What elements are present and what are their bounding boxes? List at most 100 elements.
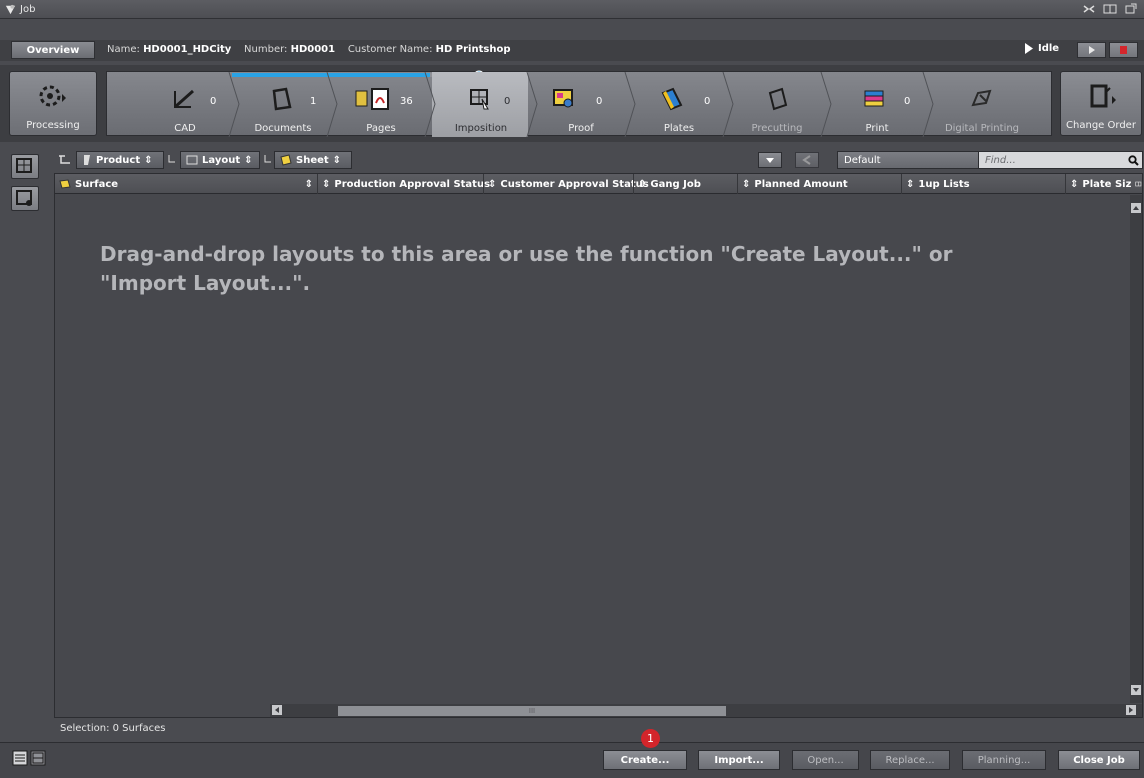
window-titlebar: Job <box>0 0 1144 19</box>
change-order-icon <box>1090 84 1116 108</box>
column-chooser-icon[interactable] <box>1135 179 1142 189</box>
column-label: 1up Lists <box>918 178 970 190</box>
column-gang-job[interactable]: ⇕ Gang Job <box>633 174 737 194</box>
job-app-icon <box>5 4 16 14</box>
find-input[interactable]: Find... <box>978 151 1143 169</box>
sort-arrows-icon[interactable]: ⇕ <box>305 179 313 190</box>
layout-toolbar: Product ⇕ Layout ⇕ Sheet ⇕ Default Find.… <box>54 149 1144 171</box>
detach-window-icon[interactable] <box>1124 2 1138 16</box>
pages-icon <box>355 88 389 110</box>
product-selector[interactable]: Product ⇕ <box>76 151 164 169</box>
proof-count: 0 <box>596 96 603 107</box>
status-text: Idle <box>1038 43 1060 54</box>
start-button[interactable] <box>1077 42 1106 58</box>
step-cad[interactable]: 0 CAD <box>140 72 230 137</box>
layout-view-button[interactable] <box>11 154 39 179</box>
column-label: Customer Approval Status <box>500 178 649 190</box>
digital-printing-label: Digital Printing <box>944 123 1020 134</box>
detail-view-icon[interactable] <box>30 750 46 766</box>
plates-count: 0 <box>704 96 711 107</box>
proof-icon <box>553 89 573 108</box>
plates-label: Plates <box>663 123 695 134</box>
sheet-view-button[interactable] <box>11 186 39 211</box>
step-plates[interactable]: 0 Plates <box>634 72 724 137</box>
replace-button[interactable]: Replace... <box>870 750 950 770</box>
step-imposition[interactable]: 0 Imposition <box>434 72 528 137</box>
search-icon[interactable] <box>1128 155 1139 166</box>
sort-arrows-icon[interactable]: ⇕ <box>1070 179 1078 190</box>
step-pages[interactable]: 36 Pages <box>336 72 426 137</box>
sort-arrows-icon: ⇕ <box>144 154 153 166</box>
import-button[interactable]: Import... <box>698 750 780 770</box>
scroll-up-icon[interactable] <box>1131 203 1141 213</box>
number-label: Number: <box>244 44 288 55</box>
column-label: Production Approval Status <box>334 178 491 190</box>
vertical-scrollbar[interactable] <box>1130 195 1142 703</box>
dropdown-button[interactable] <box>758 152 782 168</box>
open-button[interactable]: Open... <box>792 750 859 770</box>
documents-icon <box>272 87 292 111</box>
documents-count: 1 <box>310 96 317 107</box>
close-job-button[interactable]: Close Job <box>1058 750 1140 770</box>
imposition-count: 0 <box>504 96 511 107</box>
plates-icon <box>661 87 683 111</box>
overview-button[interactable]: Overview <box>11 41 95 59</box>
job-info-bar: Overview Name: HD0001_HDCity Number: HD0… <box>0 40 1144 61</box>
sheet-view-icon <box>16 190 32 206</box>
customer-value: HD Printshop <box>435 44 511 55</box>
stop-icon <box>1120 46 1127 54</box>
empty-state-message: Drag-and-drop layouts to this area or us… <box>100 242 953 295</box>
column-production-approval[interactable]: ⇕ Production Approval Status <box>317 174 490 194</box>
column-label: Planned Amount <box>754 178 848 190</box>
step-proof[interactable]: 0 Proof <box>536 72 626 137</box>
collapse-icon[interactable] <box>1082 2 1096 16</box>
cad-icon <box>174 89 194 109</box>
scroll-right-icon[interactable] <box>1126 705 1136 715</box>
sort-arrows-icon[interactable]: ⇕ <box>742 179 750 190</box>
layout-selector[interactable]: Layout ⇕ <box>180 151 260 169</box>
chevron-down-icon <box>766 158 774 163</box>
split-view-icon[interactable] <box>1103 2 1117 16</box>
number-value: HD0001 <box>290 44 336 55</box>
column-1up-lists[interactable]: ⇕ 1up Lists <box>901 174 1065 194</box>
change-order-button[interactable]: Change Order <box>1060 71 1142 136</box>
processing-button[interactable]: Processing <box>9 71 97 136</box>
sort-arrows-icon[interactable]: ⇕ <box>906 179 914 190</box>
imposition-icon <box>470 89 489 110</box>
column-plate-size[interactable]: ⇕ Plate Siz <box>1065 174 1142 194</box>
layout-view-icon <box>16 158 32 173</box>
scroll-left-icon[interactable] <box>272 705 282 715</box>
step-precutting[interactable]: Precutting <box>732 72 822 137</box>
hierarchy-icon[interactable] <box>58 154 72 166</box>
stop-button[interactable] <box>1109 42 1138 58</box>
print-label: Print <box>865 123 889 134</box>
scroll-down-icon[interactable] <box>1131 685 1141 695</box>
planning-button[interactable]: Planning... <box>962 750 1046 770</box>
imposition-label: Imposition <box>454 123 508 134</box>
step-print[interactable]: 0 Print <box>830 72 924 137</box>
precutting-icon <box>768 87 788 111</box>
step-digital-printing[interactable]: Digital Printing <box>932 72 1032 137</box>
next-level-icon <box>168 155 175 163</box>
column-surface[interactable]: Surface ⇕ <box>55 174 317 194</box>
processing-icon <box>39 85 66 107</box>
print-icon <box>864 90 884 107</box>
column-planned-amount[interactable]: ⇕ Planned Amount <box>737 174 901 194</box>
column-customer-approval[interactable]: ⇕ Customer Approval Status <box>483 174 649 194</box>
surface-icon <box>59 179 71 189</box>
create-button[interactable]: Create... <box>603 750 687 770</box>
print-count: 0 <box>904 96 911 107</box>
product-icon <box>84 155 90 165</box>
sort-arrows-icon[interactable]: ⇕ <box>488 179 496 190</box>
sort-arrows-icon[interactable]: ⇕ <box>638 179 646 190</box>
sort-arrows-icon[interactable]: ⇕ <box>322 179 330 190</box>
sheet-selector[interactable]: Sheet ⇕ <box>274 151 352 169</box>
sheet-label: Sheet <box>296 154 329 166</box>
horizontal-scroll-thumb[interactable]: III <box>338 706 726 716</box>
back-button[interactable] <box>795 152 819 168</box>
step-documents[interactable]: 1 Documents <box>238 72 328 137</box>
sort-arrows-icon: ⇕ <box>244 154 253 166</box>
product-label: Product <box>96 154 141 166</box>
list-view-icon[interactable] <box>12 750 28 766</box>
processing-label: Processing <box>26 120 80 131</box>
